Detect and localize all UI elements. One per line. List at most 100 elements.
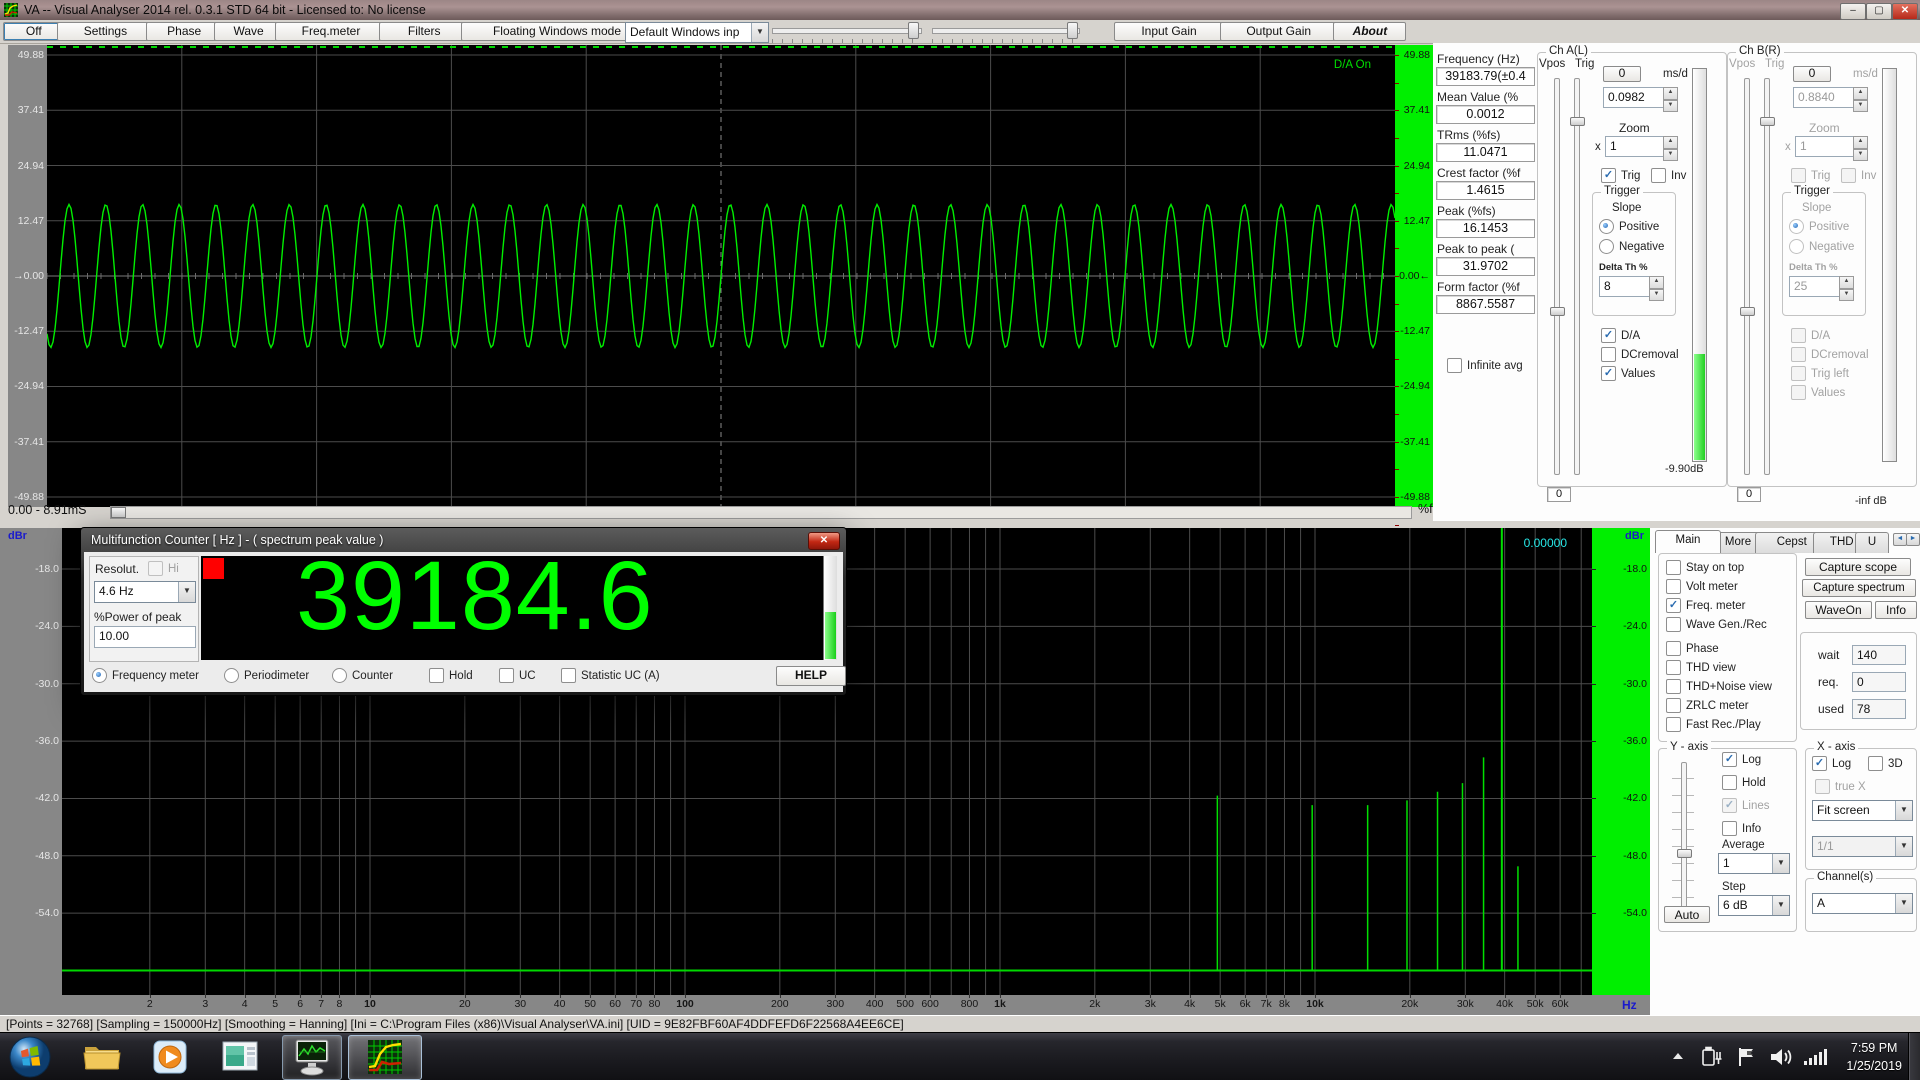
- channel-a-vpos-slider-thumb[interactable]: [1550, 307, 1565, 316]
- view-freq-meter-checkbox[interactable]: ✓ Freq. meter: [1666, 598, 1745, 613]
- counter-mode-periodimeter[interactable]: Periodimeter: [224, 668, 309, 683]
- hi-checkbox[interactable]: Hi: [148, 561, 179, 576]
- taskbar-explorer-button[interactable]: [76, 1035, 128, 1078]
- toolbar-button-about[interactable]: About: [1333, 22, 1407, 41]
- channel-b-zoom-spinner[interactable]: ▲ ▼: [1853, 136, 1868, 161]
- power-icon[interactable]: [1700, 1033, 1724, 1080]
- channel-b-slope-negative[interactable]: Negative: [1789, 239, 1854, 254]
- spin-down-icon[interactable]: ▼: [1839, 288, 1854, 301]
- channel-b-d-a-checkbox[interactable]: D/A: [1791, 328, 1830, 343]
- spin-down-icon[interactable]: ▼: [1853, 99, 1868, 112]
- channel-b-trig-slider-thumb[interactable]: [1760, 117, 1775, 126]
- volume-icon[interactable]: [1768, 1033, 1794, 1080]
- toolbar-button-output-gain[interactable]: Output Gain: [1220, 22, 1338, 41]
- toolbar-button-phase[interactable]: Phase: [146, 22, 223, 41]
- output-gain-slider[interactable]: [932, 22, 1080, 44]
- counter-close-button[interactable]: ✕: [808, 532, 840, 550]
- tab-scroll-left-icon[interactable]: ◄: [1893, 533, 1907, 546]
- spin-up-icon[interactable]: ▲: [1663, 136, 1678, 149]
- close-button[interactable]: ✕: [1892, 3, 1918, 20]
- channel-b-msd-input[interactable]: 0.8840: [1793, 87, 1856, 108]
- channel-b-trig-left-checkbox[interactable]: Trig left: [1791, 366, 1849, 381]
- tab-scroll-right-icon[interactable]: ►: [1906, 533, 1920, 546]
- scope-h-scrollbar[interactable]: [110, 506, 1412, 519]
- channel-b-msd-spinner[interactable]: ▲ ▼: [1853, 87, 1868, 112]
- spin-down-icon[interactable]: ▼: [1853, 148, 1868, 161]
- channel-a-trig-checkbox[interactable]: ✓ Trig: [1601, 168, 1640, 183]
- average-dropdown[interactable]: 1 ▼: [1718, 853, 1790, 874]
- channel-b-delta-input[interactable]: 25: [1789, 276, 1841, 297]
- channel-a-trig-slider[interactable]: [1570, 78, 1585, 475]
- channel-a-trig-slider-thumb[interactable]: [1570, 117, 1585, 126]
- start-button[interactable]: [8, 1035, 52, 1079]
- tab-main[interactable]: Main: [1655, 530, 1721, 553]
- oscilloscope-plot[interactable]: D/A On: [47, 45, 1395, 507]
- minimize-button[interactable]: –: [1840, 3, 1866, 20]
- toolbar-button-input-gain[interactable]: Input Gain: [1114, 22, 1224, 41]
- counter-statistic-uc-a--checkbox[interactable]: Statistic UC (A): [561, 668, 660, 683]
- channel-b-slope-positive[interactable]: Positive: [1789, 219, 1849, 234]
- capture-spectrum-button[interactable]: Capture spectrum: [1802, 579, 1916, 597]
- channel-a-delta-spinner[interactable]: ▲ ▼: [1649, 276, 1664, 301]
- view-stay-on-top-checkbox[interactable]: Stay on top: [1666, 560, 1744, 575]
- step-dropdown[interactable]: 6 dB ▼: [1718, 895, 1790, 916]
- counter-hold-checkbox[interactable]: Hold: [429, 668, 473, 683]
- spin-up-icon[interactable]: ▲: [1649, 276, 1664, 289]
- taskbar-clock[interactable]: 7:59 PM 1/25/2019: [1846, 1039, 1902, 1075]
- channel-b-vpos-slider[interactable]: [1740, 78, 1755, 475]
- toolbar-button-filters[interactable]: Filters: [379, 22, 470, 41]
- view-thd-view-checkbox[interactable]: THD view: [1666, 660, 1736, 675]
- fit-screen-dropdown[interactable]: Fit screen ▼: [1812, 800, 1913, 821]
- taskbar-image-viewer-button[interactable]: [214, 1035, 266, 1078]
- tab-u[interactable]: U: [1855, 532, 1889, 553]
- x-axis-3d-checkbox[interactable]: 3D: [1868, 756, 1903, 771]
- channel-a-zoom-input[interactable]: 1: [1605, 136, 1666, 157]
- x-axis-truex-checkbox[interactable]: true X: [1815, 779, 1866, 794]
- channel-a-dcremoval-checkbox[interactable]: DCremoval: [1601, 347, 1679, 362]
- action-center-flag-icon[interactable]: [1734, 1033, 1758, 1080]
- spin-up-icon[interactable]: ▲: [1663, 87, 1678, 100]
- channel-b-delta-spinner[interactable]: ▲ ▼: [1839, 276, 1854, 301]
- scope-h-scrollbar-thumb[interactable]: [111, 507, 126, 518]
- y-scale-slider[interactable]: [1677, 762, 1692, 914]
- spin-up-icon[interactable]: ▲: [1853, 136, 1868, 149]
- toolbar-button-off[interactable]: Off: [3, 22, 65, 41]
- taskbar-media-player-button[interactable]: [144, 1035, 196, 1078]
- capture-scope-button[interactable]: Capture scope: [1805, 558, 1911, 576]
- channel-b-trig-slider[interactable]: [1760, 78, 1775, 475]
- info-button[interactable]: Info: [1875, 601, 1917, 619]
- y-axis-hold-checkbox[interactable]: Hold: [1722, 775, 1766, 790]
- channel-a-msd-spinner[interactable]: ▲ ▼: [1663, 87, 1678, 112]
- y-axis-auto-button[interactable]: Auto: [1664, 906, 1710, 923]
- channel-a-inv-checkbox[interactable]: Inv: [1651, 168, 1686, 183]
- view-fast-rec-play-checkbox[interactable]: Fast Rec./Play: [1666, 717, 1761, 732]
- view-phase-checkbox[interactable]: Phase: [1666, 641, 1719, 656]
- infinite-avg-checkbox[interactable]: Infinite avg: [1447, 358, 1523, 373]
- view-volt-meter-checkbox[interactable]: Volt meter: [1666, 579, 1738, 594]
- maximize-button[interactable]: ▢: [1866, 3, 1892, 20]
- channel-a-zero-button[interactable]: 0: [1603, 66, 1641, 82]
- channel-a-delta-input[interactable]: 8: [1599, 276, 1651, 297]
- channel-b-trig-checkbox[interactable]: Trig: [1791, 168, 1830, 183]
- channel-dropdown[interactable]: A ▼: [1812, 893, 1913, 914]
- y-axis-lines-checkbox[interactable]: ✓ Lines: [1722, 798, 1770, 813]
- view-thd-noise-view-checkbox[interactable]: THD+Noise view: [1666, 679, 1772, 694]
- power-of-peak-input[interactable]: 10.00: [94, 626, 196, 648]
- channel-b-zoom-input[interactable]: 1: [1795, 136, 1856, 157]
- wave-on-button[interactable]: WaveOn: [1805, 601, 1872, 619]
- channel-a-d-a-checkbox[interactable]: ✓ D/A: [1601, 328, 1640, 343]
- resolution-dropdown[interactable]: 4.6 Hz ▼: [94, 581, 196, 603]
- channel-b-dcremoval-checkbox[interactable]: DCremoval: [1791, 347, 1869, 362]
- channel-b-zero-button[interactable]: 0: [1793, 66, 1831, 82]
- taskbar-scope-app-button[interactable]: [282, 1035, 342, 1080]
- input-gain-slider[interactable]: [772, 22, 922, 44]
- channel-a-slope-positive[interactable]: Positive: [1599, 219, 1659, 234]
- channel-b-values-checkbox[interactable]: Values: [1791, 385, 1845, 400]
- taskbar-visual-analyser-button[interactable]: [348, 1035, 422, 1080]
- spin-down-icon[interactable]: ▼: [1663, 148, 1678, 161]
- y-scale-slider-thumb[interactable]: [1677, 849, 1692, 858]
- tray-show-hidden-icons[interactable]: [1668, 1033, 1688, 1080]
- spin-down-icon[interactable]: ▼: [1663, 99, 1678, 112]
- toolbar-button-freq-meter[interactable]: Freq.meter: [275, 22, 387, 41]
- show-desktop-button[interactable]: [1908, 1033, 1920, 1080]
